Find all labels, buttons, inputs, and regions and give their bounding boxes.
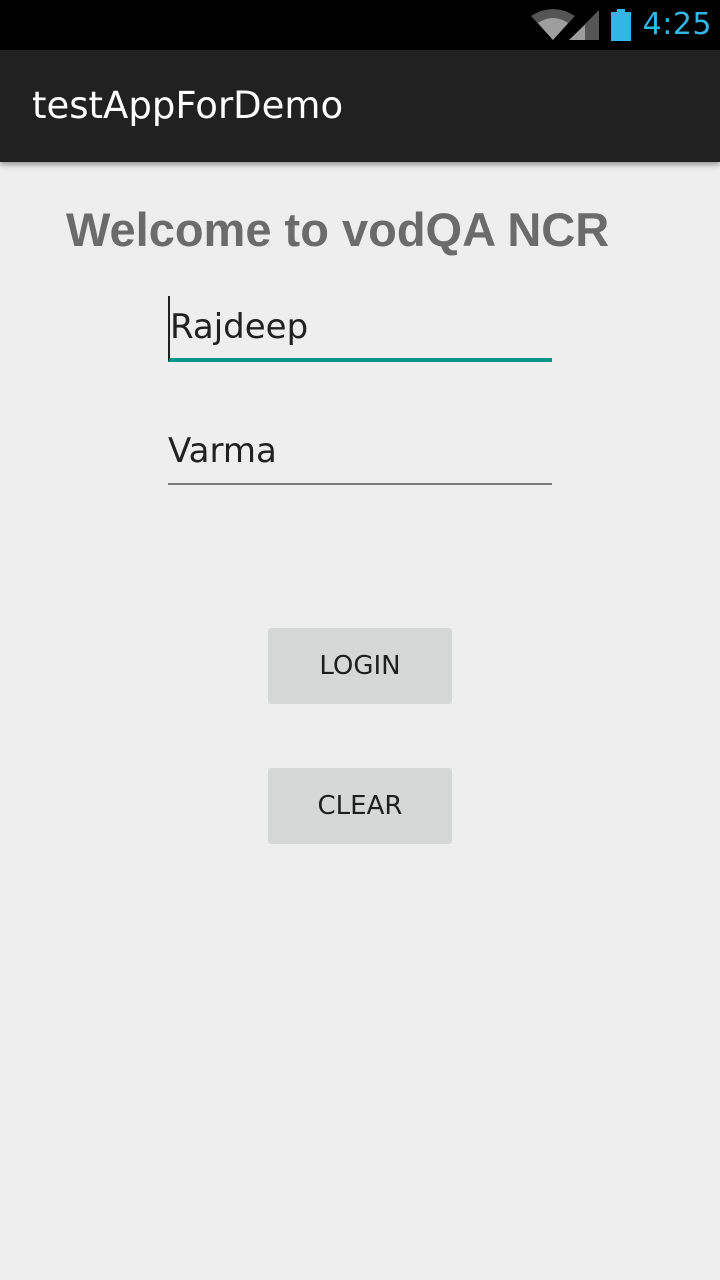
action-bar: testAppForDemo [0,50,720,162]
status-bar: 4:25 [0,0,720,50]
login-button[interactable]: LOGIN [268,628,452,704]
app-title: testAppForDemo [32,84,344,127]
username-field[interactable] [168,296,552,362]
cellular-signal-icon [568,8,599,42]
welcome-heading: Welcome to vodQA NCR [66,203,610,256]
password-field[interactable] [168,419,552,485]
status-icons: 4:25 [530,0,712,50]
battery-icon [610,8,631,42]
clock: 4:25 [642,7,712,42]
clear-button[interactable]: CLEAR [268,768,452,844]
